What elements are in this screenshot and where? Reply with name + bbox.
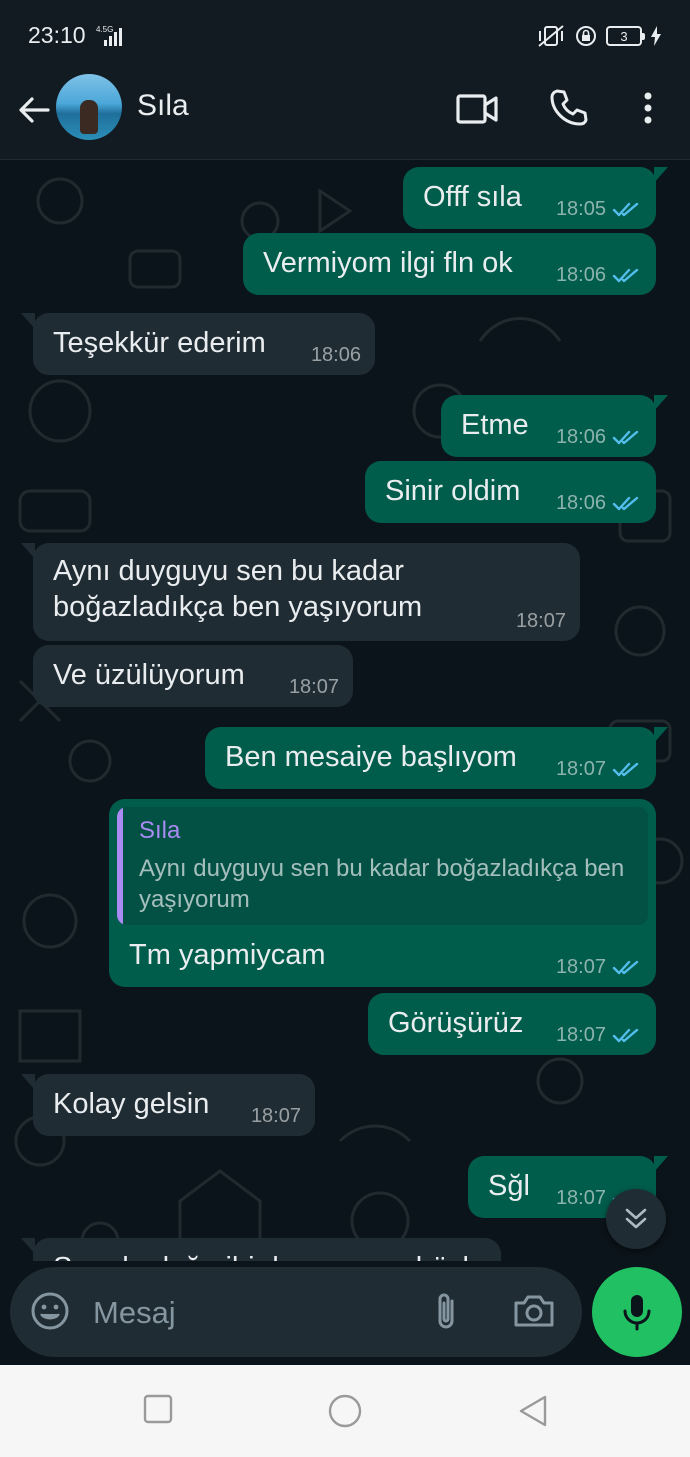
message-incoming[interactable]: Ve üzülüyorum 18:07 bbox=[33, 645, 353, 707]
message-meta: 18:07 bbox=[556, 758, 642, 781]
status-bar: 23:10 4.5G 3 bbox=[0, 0, 690, 72]
message-meta: 18:07 bbox=[556, 956, 642, 979]
signal-icon: 4.5G bbox=[96, 25, 122, 46]
message-meta: 18:07 bbox=[556, 1024, 642, 1047]
message-text: Sen de dağ gibi duruyorsun böyle bbox=[53, 1250, 485, 1261]
message-meta: 18:07 bbox=[516, 610, 566, 633]
message-outgoing[interactable]: Vermiyom ilgi fln ok 18:06 bbox=[243, 233, 656, 295]
home-icon[interactable] bbox=[327, 1393, 363, 1429]
message-time: 18:07 bbox=[250, 1105, 301, 1127]
message-text: Teşekkür ederim bbox=[53, 327, 266, 359]
quoted-message[interactable]: Sıla Aynı duyguyu sen bu kadar boğazladı… bbox=[117, 807, 648, 925]
message-text: Etme bbox=[461, 409, 529, 441]
emoji-icon[interactable] bbox=[30, 1291, 70, 1331]
message-text-line2: boğazladıkça ben yaşıyorum bbox=[53, 591, 423, 623]
back-nav-icon[interactable] bbox=[516, 1393, 550, 1429]
message-meta: 18:07 bbox=[251, 1105, 301, 1128]
svg-text:4.5G: 4.5G bbox=[96, 25, 113, 34]
status-icons: 3 bbox=[536, 24, 662, 48]
chevron-double-down-icon bbox=[625, 1208, 647, 1229]
message-incoming[interactable]: Aynı duyguyu sen bu kadar boğazladıkça b… bbox=[21, 543, 580, 641]
message-text: Offf sıla bbox=[423, 181, 522, 213]
camera-icon[interactable] bbox=[512, 1291, 556, 1331]
message-text: Sinir oldim bbox=[385, 475, 521, 507]
message-time: 18:07 bbox=[515, 610, 566, 632]
battery-icon: 3 bbox=[606, 26, 645, 46]
double-check-icon bbox=[612, 1028, 639, 1042]
message-incoming[interactable]: Teşekkür ederim 18:06 bbox=[21, 313, 375, 375]
status-time: 23:10 bbox=[28, 22, 86, 48]
message-meta: 18:06 bbox=[311, 344, 361, 367]
double-check-icon bbox=[612, 430, 639, 444]
message-time: 18:05 bbox=[555, 198, 606, 220]
chat-header: Sıla bbox=[0, 72, 690, 160]
quote-accent-bar bbox=[117, 807, 123, 925]
quoted-sender: Sıla bbox=[139, 817, 181, 844]
voice-record-button[interactable] bbox=[592, 1267, 682, 1357]
message-meta: 18:06 bbox=[556, 492, 642, 515]
quoted-text: Aynı duyguyu sen bu kadar boğazladıkça b… bbox=[139, 855, 625, 913]
mic-icon bbox=[623, 1295, 651, 1331]
rotation-lock-icon bbox=[576, 26, 596, 46]
message-input-placeholder[interactable]: Mesaj bbox=[93, 1295, 176, 1331]
composer-bar: Mesaj bbox=[0, 1261, 690, 1365]
message-outgoing[interactable]: Sinir oldim 18:06 bbox=[365, 461, 656, 523]
more-options-icon[interactable] bbox=[638, 90, 658, 126]
recent-apps-icon[interactable] bbox=[142, 1393, 174, 1425]
message-text: Görüşürüz bbox=[388, 1007, 524, 1039]
message-time: 18:06 bbox=[555, 426, 606, 448]
message-time: 18:07 bbox=[555, 956, 606, 978]
double-check-icon bbox=[612, 268, 639, 282]
message-text-line1: Aynı duyguyu sen bu kadar bbox=[53, 555, 404, 587]
avatar[interactable] bbox=[56, 74, 122, 140]
message-outgoing[interactable]: Görüşürüz 18:07 bbox=[368, 993, 656, 1055]
message-time: 18:06 bbox=[310, 344, 361, 366]
message-time: 18:06 bbox=[555, 264, 606, 286]
chat-area[interactable]: Offf sıla 18:05 Vermiyom ilgi fln ok 18:… bbox=[0, 161, 690, 1261]
message-meta: 18:05 bbox=[556, 198, 642, 221]
video-call-icon[interactable] bbox=[456, 92, 498, 126]
scroll-to-bottom-button[interactable] bbox=[606, 1189, 666, 1249]
back-arrow-icon[interactable] bbox=[14, 90, 54, 130]
message-time: 18:07 bbox=[288, 676, 339, 698]
message-outgoing[interactable]: Ben mesaiye başlıyom 18:07 bbox=[205, 727, 668, 789]
system-nav-bar bbox=[0, 1365, 690, 1457]
message-text: Ve üzülüyorum bbox=[53, 659, 245, 691]
message-text: Vermiyom ilgi fln ok bbox=[263, 247, 513, 279]
message-time: 18:06 bbox=[555, 492, 606, 514]
message-text: Tm yapmiycam bbox=[129, 939, 326, 971]
double-check-icon bbox=[612, 960, 639, 974]
message-time: 18:07 bbox=[555, 1024, 606, 1046]
paperclip-icon[interactable] bbox=[428, 1291, 464, 1333]
message-input-field[interactable]: Mesaj bbox=[10, 1267, 582, 1357]
charging-icon bbox=[651, 26, 661, 46]
double-check-icon bbox=[612, 202, 639, 216]
message-incoming[interactable]: Sen de dağ gibi duruyorsun böyle bbox=[21, 1238, 501, 1261]
message-outgoing[interactable]: Offf sıla 18:05 bbox=[403, 167, 668, 229]
message-time: 18:07 bbox=[555, 758, 606, 780]
battery-level: 3 bbox=[620, 28, 628, 44]
message-incoming[interactable]: Kolay gelsin 18:07 bbox=[21, 1074, 315, 1136]
message-text: Ben mesaiye başlıyom bbox=[225, 741, 517, 773]
double-check-icon bbox=[612, 496, 639, 510]
message-outgoing[interactable]: Etme 18:06 bbox=[441, 395, 668, 457]
contact-name[interactable]: Sıla bbox=[137, 89, 189, 123]
message-meta: 18:06 bbox=[556, 264, 642, 287]
double-check-icon bbox=[612, 762, 639, 776]
message-outgoing-reply[interactable]: Sıla Aynı duyguyu sen bu kadar boğazladı… bbox=[109, 799, 656, 987]
message-text: Sğl bbox=[488, 1170, 530, 1202]
message-meta: 18:06 bbox=[556, 426, 642, 449]
phone-icon[interactable] bbox=[548, 88, 588, 128]
vibrate-mute-icon bbox=[538, 25, 564, 47]
message-time: 18:07 bbox=[555, 1187, 606, 1209]
message-meta: 18:07 bbox=[289, 676, 339, 699]
message-text: Kolay gelsin bbox=[53, 1088, 210, 1120]
